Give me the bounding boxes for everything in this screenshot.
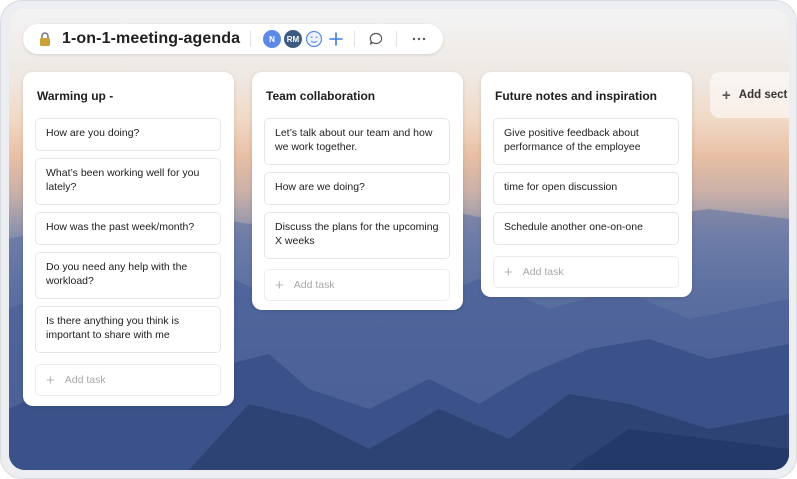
lock-icon — [40, 32, 50, 46]
plus-icon: + — [275, 276, 284, 294]
add-member-icon[interactable] — [327, 30, 345, 48]
task-card[interactable]: Do you need any help with the workload? — [35, 252, 221, 299]
task-card[interactable]: Discuss the plans for the upcoming X wee… — [264, 212, 450, 259]
project-title[interactable]: 1-on-1-meeting-agenda — [62, 30, 240, 48]
add-task-button[interactable]: + Add task — [264, 269, 450, 301]
avatar-rm[interactable]: RM — [284, 30, 302, 48]
section-title[interactable]: Warming up - — [37, 89, 113, 103]
task-card[interactable]: What’s been working well for you lately? — [35, 158, 221, 205]
add-task-button[interactable]: + Add task — [493, 256, 679, 288]
toolbar-divider — [354, 31, 355, 47]
avatar-n[interactable]: N — [263, 30, 281, 48]
task-card[interactable]: Give positive feedback about performance… — [493, 118, 679, 165]
add-task-label: Add task — [64, 374, 106, 386]
task-card[interactable]: How was the past week/month? — [35, 212, 221, 245]
add-task-label: Add task — [293, 279, 335, 291]
task-card[interactable]: Schedule another one-on-one — [493, 212, 679, 245]
plus-icon: + — [504, 263, 513, 281]
project-header-bar: 1-on-1-meeting-agenda N RM — [23, 24, 443, 54]
plus-icon: + — [46, 371, 55, 389]
section-future-notes: Future notes and inspiration Give positi… — [481, 72, 692, 297]
add-section-label: Add sect — [738, 89, 788, 101]
add-task-button[interactable]: + Add task — [35, 364, 221, 396]
task-card[interactable]: How are we doing? — [264, 172, 450, 205]
more-options-icon[interactable] — [410, 30, 428, 48]
comment-icon[interactable] — [367, 30, 385, 48]
smiley-icon[interactable] — [305, 30, 323, 48]
toolbar-divider — [396, 31, 397, 47]
task-card[interactable]: time for open discussion — [493, 172, 679, 205]
toolbar-divider — [250, 31, 251, 47]
section-warming-up: Warming up - How are you doing? What’s b… — [23, 72, 234, 406]
add-task-label: Add task — [522, 266, 564, 278]
task-card[interactable]: Let’s talk about our team and how we wor… — [264, 118, 450, 165]
plus-icon: + — [722, 86, 731, 104]
add-section-button[interactable]: + Add sect — [710, 72, 789, 118]
section-title[interactable]: Team collaboration — [266, 89, 375, 103]
section-title[interactable]: Future notes and inspiration — [495, 89, 657, 103]
task-card[interactable]: How are you doing? — [35, 118, 221, 151]
task-card[interactable]: Is there anything you think is important… — [35, 306, 221, 353]
section-team-collaboration: Team collaboration Let’s talk about our … — [252, 72, 463, 310]
